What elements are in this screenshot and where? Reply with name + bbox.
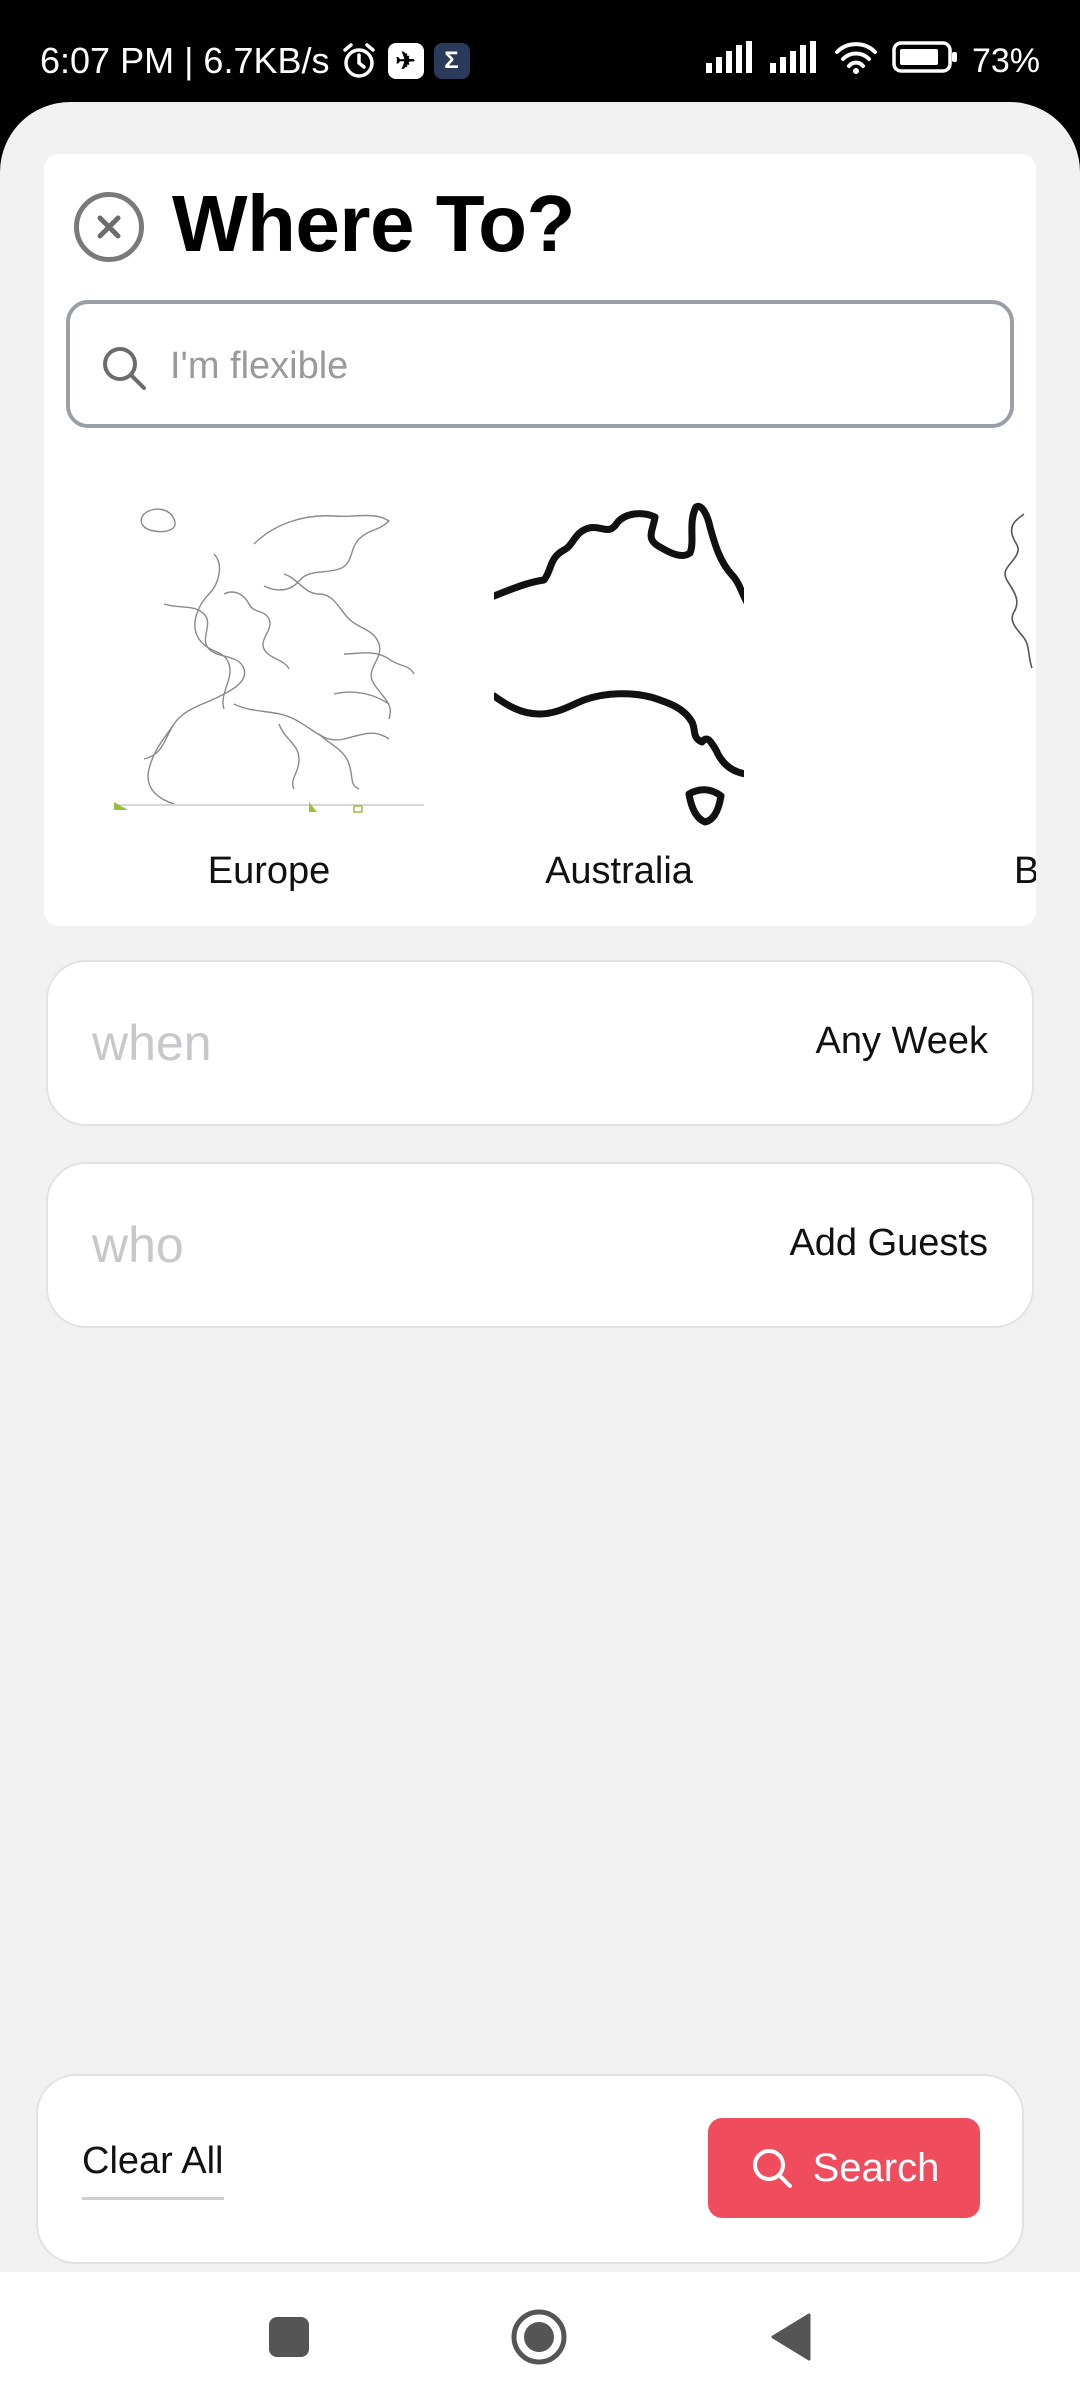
- recents-button[interactable]: [254, 2302, 324, 2372]
- alarm-icon: [340, 42, 378, 80]
- battery-icon: [892, 40, 958, 83]
- battery-percent: 73%: [971, 42, 1040, 80]
- signal-icon: [769, 41, 820, 82]
- region-label: Australia: [545, 850, 693, 892]
- region-label: Europe: [207, 850, 331, 892]
- system-nav-bar: [0, 2272, 1080, 2400]
- action-bar: Clear All Search: [36, 2074, 1024, 2264]
- region-map-image: [1004, 513, 1033, 669]
- search-input[interactable]: [170, 334, 970, 398]
- region-australia[interactable]: Australia: [490, 484, 796, 914]
- wifi-icon: [834, 40, 878, 83]
- search-button-label: Search: [812, 2145, 940, 2190]
- region-partial[interactable]: Ba: [964, 484, 1036, 914]
- home-icon: [511, 2309, 567, 2365]
- region-label: Ba: [1014, 850, 1036, 892]
- home-button[interactable]: [504, 2302, 574, 2372]
- close-button[interactable]: [74, 192, 144, 262]
- where-to-card: Where To? I'm flexible Europe Australia …: [44, 154, 1036, 926]
- australia-map-image: [490, 484, 796, 834]
- region-europe[interactable]: Europe: [104, 484, 434, 914]
- who-value: Add Guests: [789, 1222, 988, 1264]
- destination-search[interactable]: [66, 300, 1014, 428]
- back-button[interactable]: [756, 2302, 826, 2372]
- who-label: who: [92, 1217, 184, 1273]
- recents-icon: [269, 2317, 309, 2357]
- close-icon: [97, 215, 121, 239]
- europe-map-image: [104, 484, 434, 834]
- status-left: 6:07 PM | 6.7KB/s ✈ Σ: [40, 40, 470, 82]
- who-selector[interactable]: who Add Guests: [46, 1162, 1034, 1328]
- status-right: 73%: [705, 40, 1040, 83]
- status-bar: 6:07 PM | 6.7KB/s ✈ Σ 73%: [0, 0, 1080, 100]
- search-icon: [752, 2149, 792, 2188]
- clear-all-button[interactable]: Clear All: [82, 2140, 224, 2200]
- page-title: Where To?: [172, 179, 575, 268]
- search-sheet: Where To? I'm flexible Europe Australia …: [0, 102, 1080, 2272]
- sigma-app-icon: Σ: [433, 43, 470, 79]
- when-label: when: [92, 1015, 212, 1071]
- region-carousel[interactable]: Europe Australia Ba: [44, 484, 1036, 914]
- when-selector[interactable]: when Any Week: [46, 960, 1034, 1126]
- back-icon: [771, 2313, 811, 2361]
- search-button[interactable]: Search: [708, 2118, 980, 2218]
- app-icon: ✈: [387, 43, 424, 79]
- signal-icon: [705, 41, 756, 82]
- when-value: Any Week: [815, 1020, 988, 1062]
- status-time-speed: 6:07 PM | 6.7KB/s: [40, 40, 330, 81]
- search-icon: [103, 347, 146, 390]
